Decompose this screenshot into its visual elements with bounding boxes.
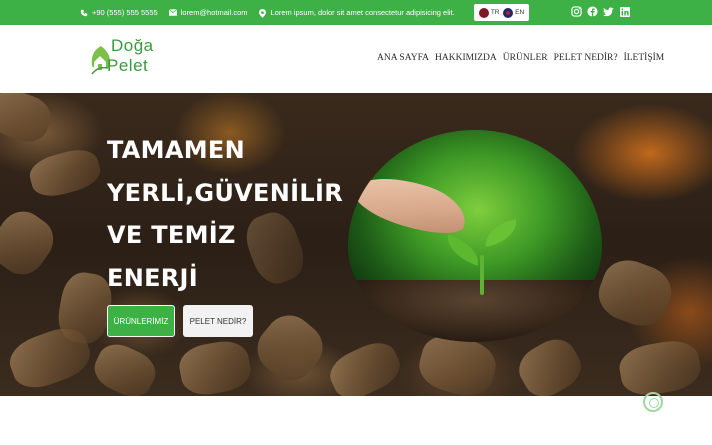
pellet-decoration [591, 252, 679, 334]
map-marker-icon [258, 8, 266, 18]
linkedin-icon[interactable] [619, 6, 630, 17]
address-text: Lorem ipsum, dolor sit amet consectetur … [270, 8, 455, 17]
hero-headline-line: TAMAMEN [107, 136, 246, 164]
pellet-decoration [323, 335, 407, 396]
language-en[interactable]: EN [503, 7, 525, 18]
nav-about[interactable]: HAKKIMIZDA [435, 53, 497, 63]
social-links [571, 6, 630, 17]
pellet-decoration [616, 336, 704, 396]
seedling-leaf [441, 234, 485, 266]
nav-contact[interactable]: İLETİŞİM [624, 53, 665, 63]
hero-seedling-image [348, 130, 602, 342]
twitter-icon[interactable] [603, 6, 614, 17]
language-tr[interactable]: TR [478, 7, 500, 18]
pellet-decoration [0, 202, 63, 284]
hero-headline-line: ENERJİ [107, 263, 199, 292]
site-logo[interactable]: Doğa Pelet [88, 34, 158, 86]
logo-text-line1: Doğa [111, 36, 154, 55]
uk-flag-icon [503, 7, 514, 18]
envelope-icon [168, 8, 177, 17]
hero-headline-line: YERLİ,GÜVENİLİR [107, 178, 343, 207]
soil-graphic [348, 280, 602, 342]
seedling-leaf [482, 219, 520, 247]
what-is-pellet-button[interactable]: PELET NEDİR? [183, 305, 253, 337]
nav-what-is-pellet[interactable]: PELET NEDİR? [554, 53, 618, 63]
phone-icon [80, 9, 88, 17]
logo-text-line2: Pelet [107, 56, 149, 75]
pellet-decoration [176, 337, 254, 396]
turkey-flag-icon [478, 7, 489, 18]
language-switcher: TR EN [474, 4, 529, 21]
contact-info: +90 (555) 555 5555 lorem@hotmail.com Lor… [80, 8, 455, 18]
pellet-decoration [247, 305, 333, 391]
pellet-decoration [0, 93, 57, 148]
site-header: Doğa Pelet ANA SAYFA HAKKIMIZDA ÜRÜNLER … [0, 25, 712, 93]
hand-graphic [348, 165, 473, 244]
main-nav: ANA SAYFA HAKKIMIZDA ÜRÜNLER PELET NEDİR… [377, 53, 664, 63]
language-en-label: EN [515, 9, 525, 16]
language-tr-label: TR [490, 9, 500, 16]
pellet-decoration [88, 337, 162, 396]
phone-number[interactable]: +90 (555) 555 5555 [92, 8, 158, 17]
instagram-icon[interactable] [571, 6, 582, 17]
email-address[interactable]: lorem@hotmail.com [181, 8, 248, 17]
hero-headline-line: VE TEMİZ [107, 221, 236, 249]
nav-products[interactable]: ÜRÜNLER [503, 53, 548, 63]
facebook-icon[interactable] [587, 6, 598, 17]
pellet-decoration [26, 144, 104, 202]
our-products-button[interactable]: ÜRÜNLERİMİZ [107, 305, 175, 337]
hero-headline: TAMAMEN YERLİ,GÜVENİLİR VE TEMİZ ENERJİ [107, 129, 343, 299]
nav-home[interactable]: ANA SAYFA [377, 53, 429, 63]
seedling-stem [480, 255, 484, 295]
top-bar: +90 (555) 555 5555 lorem@hotmail.com Lor… [0, 0, 712, 25]
hero-section: TAMAMEN YERLİ,GÜVENİLİR VE TEMİZ ENERJİ … [0, 93, 712, 396]
whatsapp-icon[interactable] [643, 392, 663, 412]
